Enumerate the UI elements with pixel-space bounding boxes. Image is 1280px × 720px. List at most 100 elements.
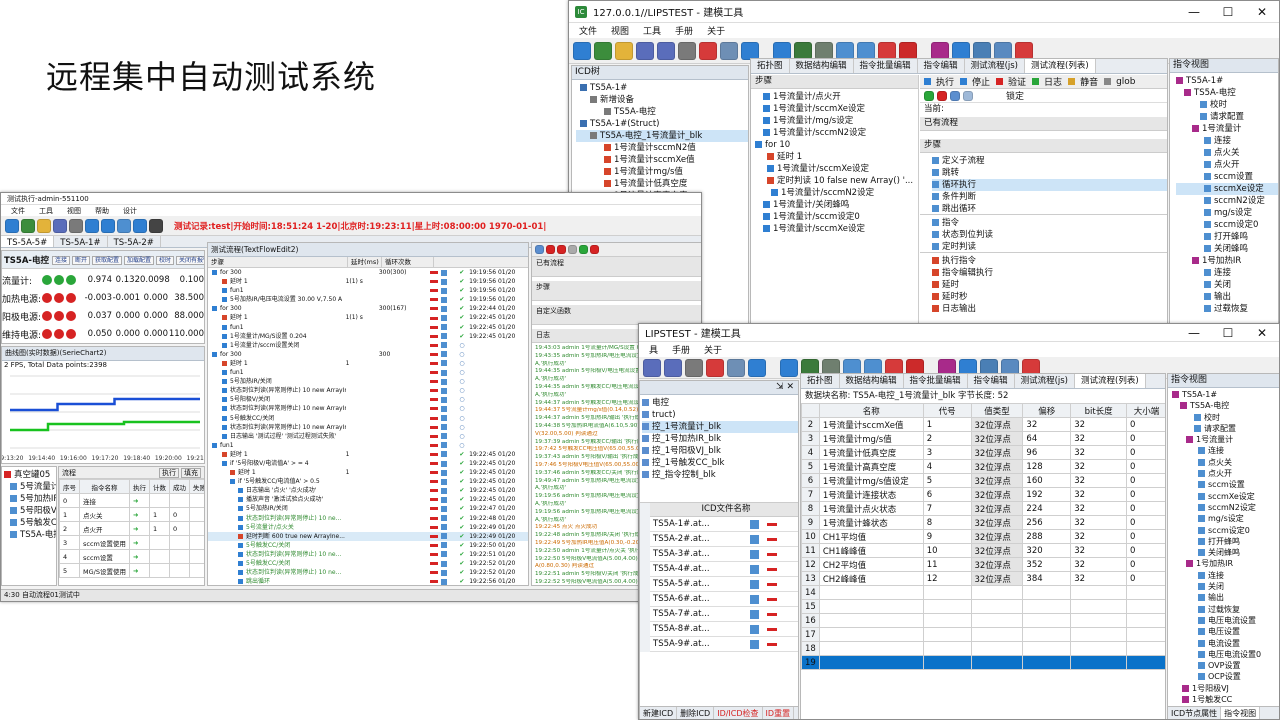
cell-name[interactable]: 1号流量计低真空度 bbox=[818, 445, 924, 460]
cell-type[interactable]: 32位浮点 bbox=[970, 417, 1024, 432]
toolbar-tool-icon[interactable] bbox=[678, 41, 696, 60]
stop-icon[interactable] bbox=[546, 245, 555, 254]
cell-type[interactable] bbox=[970, 585, 1024, 600]
cell-code[interactable]: 5 bbox=[922, 473, 972, 488]
cell-bits[interactable] bbox=[1070, 627, 1128, 642]
edit-icon[interactable] bbox=[441, 533, 448, 540]
cmd-view-item[interactable]: 1号加热IR bbox=[1172, 558, 1279, 569]
save-icon[interactable] bbox=[950, 90, 960, 101]
cell-bits[interactable] bbox=[1070, 585, 1128, 600]
cmd-view-item[interactable]: 电压电流设置0 bbox=[1172, 649, 1279, 660]
icd-tree-item[interactable]: TS5A-电控_1号流量计_blk bbox=[576, 130, 748, 142]
edit-icon[interactable] bbox=[750, 519, 759, 529]
cell-code[interactable]: 8 bbox=[922, 515, 972, 530]
table-row[interactable]: 7 1号流量计连接状态 6 32位浮点 192 32 0 bbox=[801, 487, 1165, 502]
device-tree-item[interactable]: 5号流量计 bbox=[4, 481, 56, 493]
device-button[interactable]: 断开 bbox=[71, 255, 90, 265]
table-button[interactable]: 执行 bbox=[159, 467, 179, 478]
cell-bits[interactable]: 32 bbox=[1070, 529, 1128, 544]
cmd-view-item[interactable]: 请求配置 bbox=[1176, 111, 1278, 123]
delete-icon[interactable] bbox=[429, 325, 438, 329]
device-tree-item[interactable]: 5号触发CC bbox=[4, 517, 56, 529]
exec-item[interactable]: 延时 bbox=[932, 279, 1167, 291]
cmd-view-item[interactable]: 1号阳极VJ bbox=[1172, 683, 1279, 694]
cell-bits[interactable]: 32 bbox=[1070, 473, 1128, 488]
cell-type[interactable] bbox=[970, 655, 1024, 670]
tab[interactable]: TS-5A-1# bbox=[54, 236, 108, 247]
icd-file-row[interactable]: TS5A-9#.at... bbox=[650, 637, 798, 652]
delete-icon[interactable] bbox=[429, 361, 438, 365]
cell-code[interactable]: 12 bbox=[922, 571, 972, 586]
delete-icon[interactable] bbox=[429, 289, 438, 293]
delete-icon[interactable] bbox=[429, 434, 438, 438]
cell-type[interactable]: 32位浮点 bbox=[970, 501, 1024, 516]
cell-code[interactable]: 7 bbox=[922, 501, 972, 516]
table-row[interactable]: 4 1号流量计低真空度 3 32位浮点 96 32 0 bbox=[801, 445, 1165, 460]
menu-item[interactable]: 文件 bbox=[579, 24, 597, 37]
toolbar-tool-icon[interactable] bbox=[149, 218, 163, 233]
toolbar-tool-icon[interactable] bbox=[615, 41, 633, 60]
cell-name[interactable] bbox=[818, 599, 924, 614]
delete-icon[interactable] bbox=[429, 407, 438, 411]
edit-icon[interactable] bbox=[440, 415, 447, 422]
toolbar-tool-icon[interactable] bbox=[899, 41, 917, 60]
edit-icon[interactable] bbox=[441, 578, 448, 585]
cmd-view-item[interactable]: 输出 bbox=[1172, 592, 1279, 603]
edit-icon[interactable] bbox=[441, 560, 448, 567]
toolbar-tool-icon[interactable] bbox=[780, 358, 798, 377]
edit-icon[interactable] bbox=[440, 442, 447, 449]
delete-icon[interactable] bbox=[429, 443, 438, 447]
flow-row[interactable]: if '5号阳极V/电流值A' > = 4 ✔ 19:22:45 01/20 bbox=[208, 459, 528, 468]
delete-icon[interactable] bbox=[430, 571, 439, 575]
icd-tree-item[interactable]: TS5A-1#(Struct) bbox=[576, 118, 748, 130]
exec-item[interactable]: 日志输出 bbox=[932, 303, 1167, 315]
toolbar-tool-icon[interactable] bbox=[836, 41, 854, 60]
icd-tree-item[interactable]: 1号流量计sccmN2值 bbox=[576, 142, 748, 154]
cell-bits[interactable]: 32 bbox=[1070, 487, 1128, 502]
table-row[interactable]: 6 1号流量计mg/s值设定 5 32位浮点 160 32 0 bbox=[801, 473, 1165, 488]
close-icon[interactable]: ✕ bbox=[1245, 326, 1279, 340]
cmd-view-item[interactable]: sccmXe设定 bbox=[1172, 491, 1279, 502]
left-panel-pin[interactable]: ⇲ ✕ bbox=[640, 381, 798, 395]
edit-icon[interactable] bbox=[441, 542, 448, 549]
table-row[interactable]: 19 bbox=[801, 655, 1165, 670]
delete-icon[interactable] bbox=[767, 597, 777, 601]
cell-name[interactable] bbox=[818, 585, 924, 600]
cell-off[interactable]: 320 bbox=[1022, 543, 1072, 558]
bottom-panel-tab[interactable]: 指令视图 bbox=[1221, 707, 1261, 719]
edit-icon[interactable] bbox=[750, 609, 759, 619]
edit-icon[interactable] bbox=[440, 451, 447, 458]
menu-item[interactable]: 工具 bbox=[39, 206, 53, 216]
edit-icon[interactable] bbox=[440, 269, 447, 276]
toolbar-tool-icon[interactable] bbox=[117, 218, 131, 233]
menu-item[interactable]: 关于 bbox=[707, 24, 725, 37]
flow-row[interactable]: if '5号触发CC/电流值A' > 0.5 ✔ 19:22:45 01/20 bbox=[208, 477, 528, 486]
edit-icon[interactable] bbox=[750, 579, 759, 589]
cmd-view-item[interactable]: 点火开 bbox=[1176, 159, 1278, 171]
cell-off[interactable]: 96 bbox=[1022, 445, 1072, 460]
flow-row[interactable]: 延时判断 600 true new ArrayIne... ✔ 19:22:49 0… bbox=[208, 531, 528, 541]
tab[interactable]: 指令编辑 bbox=[918, 59, 965, 73]
table-row[interactable]: 8 1号流量计点火状态 7 32位浮点 224 32 0 bbox=[801, 501, 1165, 516]
edit-icon[interactable] bbox=[441, 524, 448, 531]
toolbar-tool-icon[interactable] bbox=[21, 218, 35, 233]
cell-type[interactable]: 32位浮点 bbox=[970, 487, 1024, 502]
cmd-item[interactable]: 定时判读 bbox=[932, 241, 1167, 253]
edit-icon[interactable] bbox=[750, 534, 759, 544]
cell-off[interactable]: 128 bbox=[1022, 459, 1072, 474]
edit-icon[interactable] bbox=[440, 424, 447, 431]
toolbar-tool-icon[interactable] bbox=[643, 358, 661, 377]
execute-cell[interactable]: ➜ bbox=[128, 493, 150, 508]
cell-name[interactable]: 1号流量计连接状态 bbox=[818, 487, 924, 502]
toolbar-tool-icon[interactable] bbox=[37, 218, 51, 233]
cell-end[interactable]: 0 bbox=[1126, 543, 1165, 558]
cell-bits[interactable]: 32 bbox=[1070, 459, 1128, 474]
cmd-view-item[interactable]: TS5A-1# bbox=[1176, 75, 1278, 87]
cell-end[interactable]: 0 bbox=[1126, 501, 1165, 516]
table-row[interactable]: 3 1号流量计mg/s值 2 32位浮点 64 32 0 bbox=[801, 431, 1165, 446]
flow-row[interactable]: fun1 ○ bbox=[208, 368, 528, 377]
cell-code[interactable]: 4 bbox=[922, 459, 972, 474]
cell-end[interactable]: 0 bbox=[1126, 431, 1165, 446]
flow-row[interactable]: 延时 1 1(1) s ✔ 19:19:56 01/20 bbox=[208, 277, 528, 286]
cell-off[interactable]: 160 bbox=[1022, 473, 1072, 488]
